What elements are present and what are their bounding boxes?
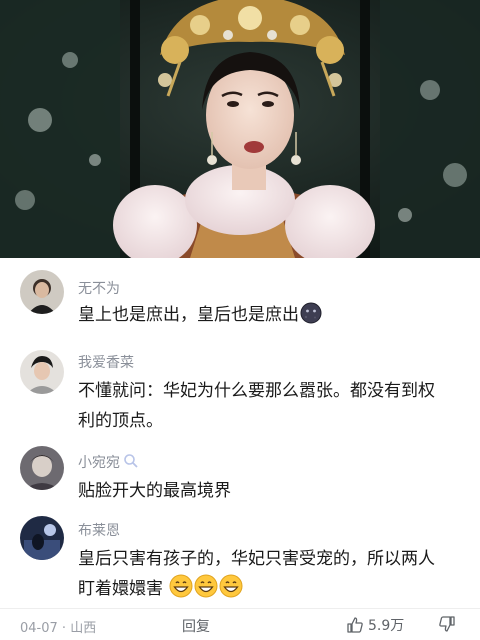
like-button[interactable]: 5.9万 — [346, 615, 404, 635]
comment-text: 贴脸开大的最高境界 — [78, 476, 458, 506]
username-text: 小宛宛 — [78, 455, 120, 471]
reply-button[interactable]: 回复 — [182, 616, 210, 636]
grinning-face-icon — [169, 574, 193, 608]
comment-text: 不懂就问：华妃为什么要那么嚣张。都没有到权 利的顶点。 — [78, 376, 458, 436]
username[interactable]: 布莱恩 — [78, 520, 120, 540]
comment-text-line: 贴脸开大的最高境界 — [78, 481, 231, 501]
comment-text: 皇后只害有孩子的，华妃只害受宠的，所以两人 盯着嬛嬛害 — [78, 544, 458, 608]
comment-text-line: 皇后只害有孩子的，华妃只害受宠的，所以两人 — [78, 549, 435, 569]
grinning-face-icon — [194, 574, 218, 608]
comment-location: 山西 — [70, 621, 97, 636]
comment-text-line: 利的顶点。 — [78, 411, 163, 431]
like-count: 5.9万 — [368, 618, 405, 634]
comment-footer: 04-07 · 山西 回复 5.9万 — [0, 608, 480, 640]
meta-separator: · — [61, 621, 67, 636]
username[interactable]: 小宛宛 — [78, 452, 139, 473]
thumbs-down-icon — [439, 616, 455, 632]
comment-item: 小宛宛 贴脸开大的最高境界 — [0, 440, 480, 510]
avatar[interactable] — [20, 270, 64, 314]
avatar[interactable] — [20, 350, 64, 394]
avatar[interactable] — [20, 446, 64, 490]
username[interactable]: 无不为 — [78, 278, 120, 298]
comment-text-line: 皇上也是庶出，皇后也是庶出 — [78, 305, 299, 325]
avatar[interactable] — [20, 516, 64, 560]
comment-text-line: 不懂就问：华妃为什么要那么嚣张。都没有到权 — [78, 381, 435, 401]
grinning-face-icon — [219, 574, 243, 608]
comment-date: 04-07 — [20, 621, 58, 636]
search-badge-icon — [123, 453, 139, 473]
comment-text: 皇上也是庶出，皇后也是庶出 — [78, 300, 458, 334]
username[interactable]: 我爱香菜 — [78, 352, 134, 372]
comment-item: 无不为 皇上也是庶出，皇后也是庶出 — [0, 258, 480, 340]
dark-moon-face-icon — [300, 302, 322, 334]
comment-item: 我爱香菜 不懂就问：华妃为什么要那么嚣张。都没有到权 利的顶点。 — [0, 340, 480, 440]
thumbs-up-icon — [347, 617, 363, 633]
comment-meta: 04-07 · 山西 — [20, 617, 96, 636]
comment-text-line: 盯着嬛嬛害 — [78, 574, 458, 608]
drama-still-image — [0, 0, 480, 258]
comment-item: 布莱恩 皇后只害有孩子的，华妃只害受宠的，所以两人 盯着嬛嬛害 — [0, 510, 480, 608]
dislike-button[interactable] — [438, 615, 456, 637]
